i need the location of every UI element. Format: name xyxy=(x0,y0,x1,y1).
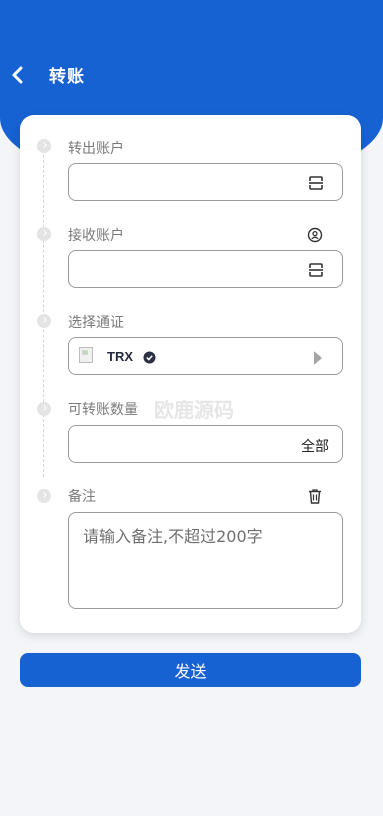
step-dot-remark xyxy=(37,489,51,503)
to-account-label: 接收账户 xyxy=(68,228,124,244)
step-dot-network xyxy=(37,314,51,328)
step-dot-amount xyxy=(37,402,51,416)
chevron-left-icon[interactable] xyxy=(9,65,27,85)
send-button[interactable]: 发送 xyxy=(20,653,361,687)
from-account-field[interactable] xyxy=(68,163,343,201)
caret-right-icon[interactable] xyxy=(312,351,322,365)
watermark-text: 欧鹿源码 xyxy=(154,398,234,422)
contact-book-icon[interactable] xyxy=(307,227,323,243)
verified-check-icon xyxy=(143,351,156,364)
scan-icon[interactable] xyxy=(308,175,324,191)
step-dot-to xyxy=(37,227,51,241)
to-account-field[interactable] xyxy=(68,250,343,288)
amount-field[interactable]: 全部 xyxy=(68,425,343,463)
trash-icon[interactable] xyxy=(307,488,323,504)
all-button[interactable]: 全部 xyxy=(301,436,329,456)
watermark: 欧鹿源码 xyxy=(144,392,254,426)
remark-textarea[interactable]: 请输入备注,不超过200字 xyxy=(68,512,343,609)
selected-coin: TRX xyxy=(107,349,133,364)
remark-label: 备注 xyxy=(68,489,96,505)
scan-icon[interactable] xyxy=(308,262,324,278)
from-account-label: 转出账户 xyxy=(68,141,124,157)
top-bar: 转账 xyxy=(0,46,383,102)
coin-image xyxy=(79,347,93,363)
coin-select[interactable]: TRX xyxy=(68,337,343,375)
step-dot-from xyxy=(37,139,51,153)
network-label: 选择通证 xyxy=(68,315,124,331)
transfer-form-card: 转出账户 接收账户 选择通证 TRX 可转账数量 全部 备注 请输入备注,不超过… xyxy=(20,115,361,633)
remark-placeholder: 请输入备注,不超过200字 xyxy=(83,527,263,546)
page-title: 转账 xyxy=(49,67,85,87)
amount-label: 可转账数量 xyxy=(68,402,138,418)
